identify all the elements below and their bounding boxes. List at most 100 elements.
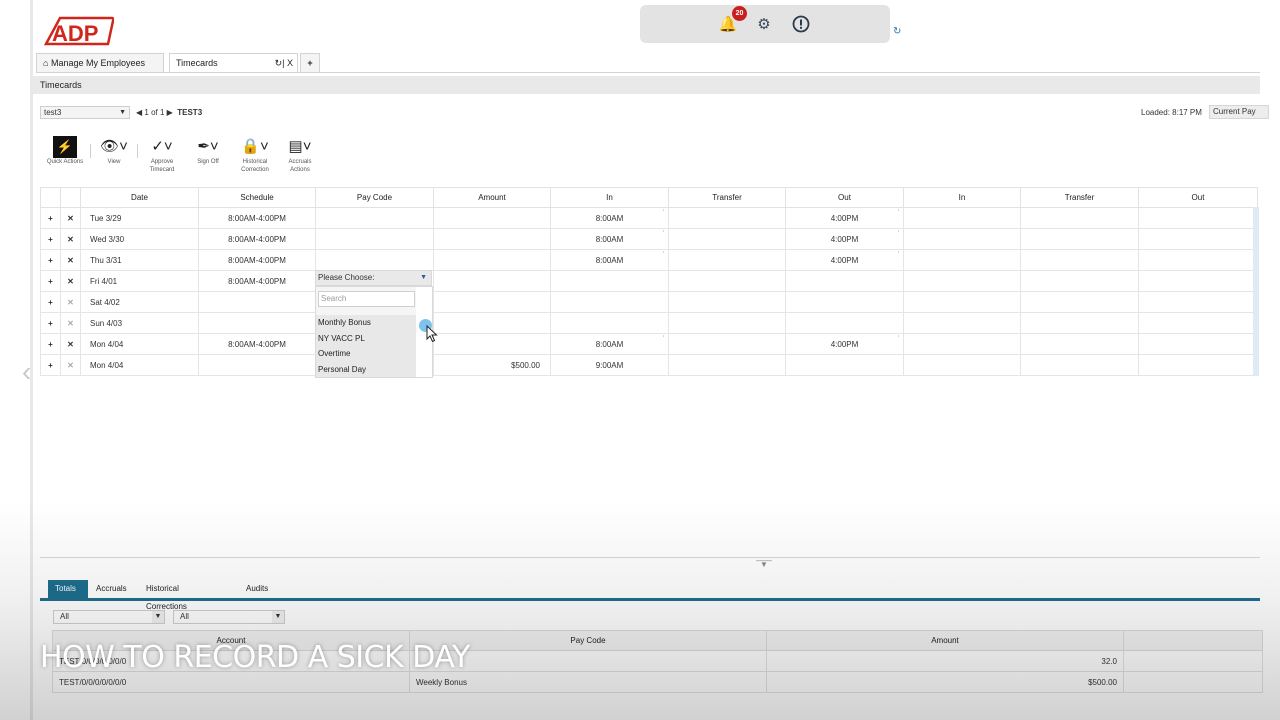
pay-code-cell[interactable] (315, 228, 434, 250)
historical-correction-button[interactable]: 🔒˅ Historical Correction (235, 136, 275, 174)
schedule-cell[interactable]: 8:00AM-4:00PM (198, 270, 316, 292)
pay-code-cell[interactable] (315, 207, 434, 229)
next-page-icon[interactable]: ▶ (167, 108, 173, 117)
tab-close[interactable]: | X (282, 58, 293, 68)
out-punch-cell[interactable]: 4:00PM ʼ (785, 333, 904, 355)
out-punch-cell-2[interactable] (1138, 354, 1258, 376)
add-row-button[interactable]: + (40, 249, 61, 271)
timecard-row[interactable]: + ✕ Wed 3/30 8:00AM-4:00PM 8:00AM ʼ 4:00PM ʼ (40, 228, 1258, 250)
tab-accruals[interactable]: Accruals (89, 580, 134, 598)
transfer-cell[interactable] (668, 249, 786, 271)
grid-header-transfer[interactable]: Transfer (668, 187, 786, 208)
add-row-button[interactable]: + (40, 312, 61, 334)
pay-code-option[interactable]: Overtime (316, 346, 416, 362)
grid-header-transfer-2[interactable]: Transfer (1020, 187, 1139, 208)
out-punch-cell[interactable]: 4:00PM ʼ (785, 249, 904, 271)
in-punch-cell[interactable] (550, 270, 669, 292)
add-row-button[interactable]: + (40, 270, 61, 292)
tab-timecards[interactable]: Timecards ↻| X (169, 53, 298, 73)
transfer-cell-2[interactable] (1020, 354, 1139, 376)
transfer-cell[interactable] (668, 333, 786, 355)
in-punch-cell[interactable]: 8:00AM ʼ (550, 333, 669, 355)
schedule-cell[interactable]: 8:00AM-4:00PM (198, 228, 316, 250)
pay-period-button[interactable]: Current Pay (1209, 105, 1269, 119)
add-row-button[interactable]: + (40, 291, 61, 313)
splitter-handle-icon[interactable]: —— ▼ (750, 557, 778, 569)
quick-actions-button[interactable]: ⚡ Quick Actions (40, 136, 90, 166)
out-punch-cell-2[interactable] (1138, 207, 1258, 229)
amount-cell[interactable] (433, 207, 551, 229)
in-punch-cell-2[interactable] (903, 312, 1021, 334)
amount-cell[interactable]: $500.00 (433, 354, 551, 376)
amount-cell[interactable] (433, 333, 551, 355)
add-row-button[interactable]: + (40, 207, 61, 229)
timecard-row[interactable]: + ✕ Mon 4/04 $500.00 9:00AM (40, 354, 1258, 376)
grid-header-amount[interactable]: Amount (433, 187, 551, 208)
timecard-row[interactable]: + ✕ Sun 4/03 (40, 312, 1258, 334)
approve-timecard-button[interactable]: ✓˅ Approve Timecard (142, 136, 182, 174)
in-punch-cell-2[interactable] (903, 207, 1021, 229)
amount-cell[interactable] (433, 228, 551, 250)
delete-row-button[interactable]: ✕ (60, 207, 81, 229)
accruals-actions-button[interactable]: ▤˅ Accruals Actions (282, 136, 318, 174)
transfer-cell-2[interactable] (1020, 333, 1139, 355)
employee-select[interactable]: test3 ▼ (40, 106, 130, 119)
delete-row-button[interactable]: ✕ (60, 291, 81, 313)
timecard-row[interactable]: + ✕ Sat 4/02 (40, 291, 1258, 313)
out-punch-cell-2[interactable] (1138, 312, 1258, 334)
transfer-cell-2[interactable] (1020, 249, 1139, 271)
pay-code-cell[interactable] (315, 249, 434, 271)
schedule-cell[interactable] (198, 354, 316, 376)
sign-off-button[interactable]: ✒˅ Sign Off (190, 136, 226, 166)
add-row-button[interactable]: + (40, 228, 61, 250)
in-punch-cell-2[interactable] (903, 333, 1021, 355)
schedule-cell[interactable]: 8:00AM-4:00PM (198, 207, 316, 229)
transfer-cell[interactable] (668, 270, 786, 292)
transfer-cell-2[interactable] (1020, 291, 1139, 313)
refresh-icon[interactable]: ↻ (893, 26, 901, 37)
out-punch-cell[interactable] (785, 270, 904, 292)
out-punch-cell[interactable] (785, 354, 904, 376)
transfer-cell-2[interactable] (1020, 312, 1139, 334)
add-row-button[interactable]: + (40, 333, 61, 355)
delete-row-button[interactable]: ✕ (60, 228, 81, 250)
delete-row-button[interactable]: ✕ (60, 333, 81, 355)
view-button[interactable]: 👁˅ View (98, 136, 130, 166)
add-row-button[interactable]: + (40, 354, 61, 376)
in-punch-cell[interactable] (550, 291, 669, 313)
tab-audits[interactable]: Audits (239, 580, 275, 598)
in-punch-cell-2[interactable] (903, 354, 1021, 376)
totals-filter-2[interactable]: All ▼ (173, 610, 285, 624)
timecard-row[interactable]: + ✕ Thu 3/31 8:00AM-4:00PM 8:00AM ʼ 4:00PM ʼ (40, 249, 1258, 271)
out-punch-cell[interactable] (785, 291, 904, 313)
out-punch-cell-2[interactable] (1138, 333, 1258, 355)
grid-header-date[interactable]: Date (80, 187, 199, 208)
in-punch-cell[interactable] (550, 312, 669, 334)
out-punch-cell-2[interactable] (1138, 249, 1258, 271)
timecard-row[interactable]: + ✕ Tue 3/29 8:00AM-4:00PM 8:00AM ʼ 4:00PM ʼ (40, 207, 1258, 229)
amount-cell[interactable] (433, 291, 551, 313)
out-punch-cell[interactable]: 4:00PM ʼ (785, 228, 904, 250)
transfer-cell[interactable] (668, 312, 786, 334)
pay-code-option[interactable]: NY VACC PL (316, 331, 416, 347)
totals-filter-1[interactable]: All ▼ (53, 610, 165, 624)
grid-header-out-2[interactable]: Out (1138, 187, 1258, 208)
tab-manage-employees[interactable]: ⌂ Manage My Employees (36, 53, 164, 73)
tab-controls[interactable]: ↻| X (275, 54, 293, 73)
in-punch-cell[interactable]: 8:00AM ʼ (550, 249, 669, 271)
transfer-cell-2[interactable] (1020, 228, 1139, 250)
out-punch-cell-2[interactable] (1138, 270, 1258, 292)
in-punch-cell-2[interactable] (903, 291, 1021, 313)
grid-header-out[interactable]: Out (785, 187, 904, 208)
transfer-cell[interactable] (668, 228, 786, 250)
totals-header-amount[interactable]: Amount (766, 630, 1124, 651)
amount-cell[interactable] (433, 312, 551, 334)
in-punch-cell-2[interactable] (903, 228, 1021, 250)
delete-row-button[interactable]: ✕ (60, 354, 81, 376)
team-icon[interactable]: ⚙ (754, 15, 774, 35)
add-tab-button[interactable]: + (300, 53, 320, 73)
pay-code-option[interactable]: Monthly Bonus (316, 315, 416, 331)
pay-code-select[interactable]: Please Choose: ▼ (315, 270, 432, 286)
timecard-row[interactable]: + ✕ Mon 4/04 8:00AM-4:00PM 8:00AM ʼ 4:00PM ʼ (40, 333, 1258, 355)
in-punch-cell[interactable]: 9:00AM (550, 354, 669, 376)
